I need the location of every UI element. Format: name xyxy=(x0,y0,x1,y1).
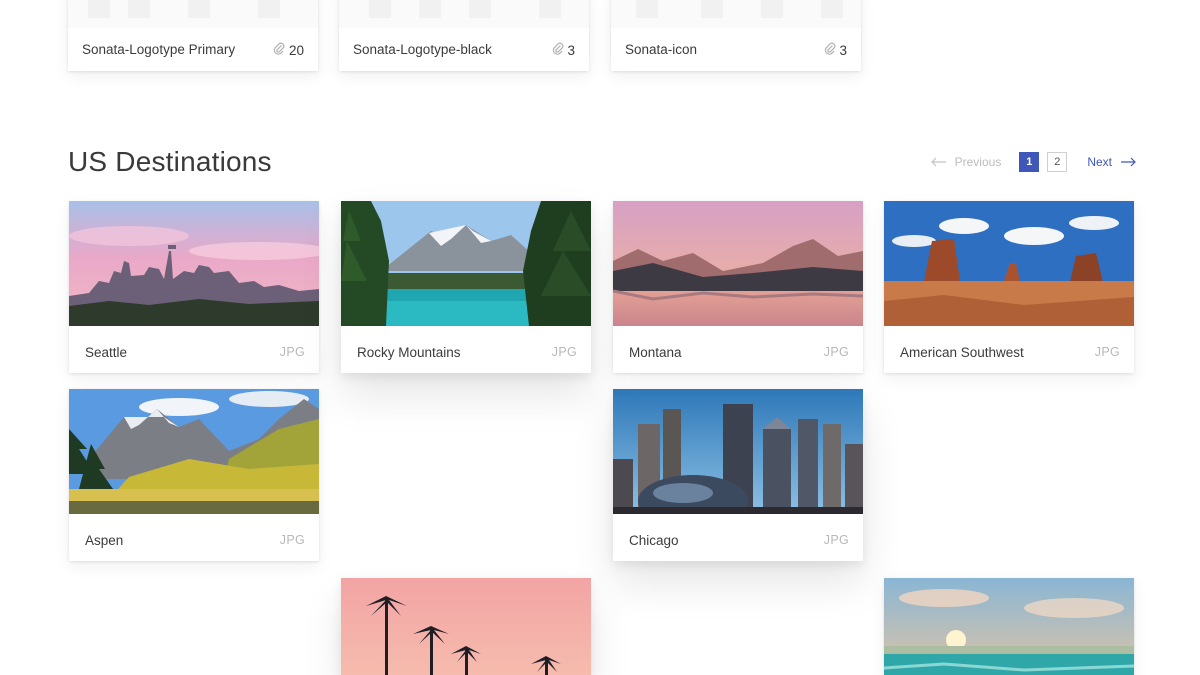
asset-name: Sonata-Logotype Primary xyxy=(82,42,236,57)
asset-thumbnail xyxy=(339,0,589,28)
page-1-button[interactable]: 1 xyxy=(1019,152,1040,172)
file-type-label: JPG xyxy=(551,345,577,359)
attachment-count-value: 20 xyxy=(288,42,304,58)
file-type-label: JPG xyxy=(279,345,305,359)
asset-name: Montana xyxy=(629,344,682,360)
previous-label: Previous xyxy=(954,155,1002,169)
asset-card-montana[interactable]: Montana JPG xyxy=(612,201,864,373)
pagination: Previous 1 2 Next xyxy=(930,152,1136,172)
american-southwest-thumbnail xyxy=(884,201,1134,326)
next-label: Next xyxy=(1087,155,1112,169)
attachment-count: 3 xyxy=(824,42,847,58)
attachment-count: 20 xyxy=(273,42,304,58)
asset-name: Sonata-icon xyxy=(625,42,698,57)
asset-card-palm-trees[interactable] xyxy=(341,578,591,675)
asset-card-rocky-mountains[interactable]: Rocky Mountains JPG xyxy=(341,201,591,373)
rocky-mountains-thumbnail xyxy=(341,201,591,326)
asset-card-aspen[interactable]: Aspen JPG xyxy=(69,389,319,561)
seattle-thumbnail xyxy=(69,201,329,326)
asset-card-chicago[interactable]: Chicago JPG xyxy=(613,389,863,561)
arrow-left-icon xyxy=(930,157,946,167)
asset-card-american-southwest[interactable]: American Southwest JPG xyxy=(884,201,1134,373)
asset-card-beach-sunset[interactable] xyxy=(884,578,1134,675)
asset-name: Chicago xyxy=(629,532,679,548)
paperclip-icon xyxy=(274,42,285,55)
asset-name: American Southwest xyxy=(900,344,1024,360)
asset-name: Sonata-Logotype-black xyxy=(353,42,492,57)
montana-thumbnail xyxy=(612,201,864,326)
file-type-label: JPG xyxy=(823,345,849,359)
aspen-thumbnail xyxy=(69,389,319,514)
asset-thumbnail xyxy=(611,0,861,28)
page-2-button[interactable]: 2 xyxy=(1047,152,1068,172)
palm-trees-thumbnail xyxy=(341,578,591,675)
attachment-count-value: 3 xyxy=(567,42,575,58)
paperclip-icon xyxy=(552,42,564,55)
file-type-label: JPG xyxy=(823,533,849,547)
asset-card-sonata-logotype-primary[interactable]: Sonata-Logotype Primary 20 xyxy=(68,0,318,71)
asset-thumbnail xyxy=(68,0,318,28)
asset-card-sonata-logotype-black[interactable]: Sonata-Logotype-black 3 xyxy=(339,0,589,71)
asset-name: Rocky Mountains xyxy=(357,344,461,360)
section-title: US Destinations xyxy=(68,146,272,177)
attachment-count-value: 3 xyxy=(839,42,847,58)
paperclip-icon xyxy=(824,42,836,55)
asset-name: Aspen xyxy=(85,532,124,548)
asset-card-sonata-icon[interactable]: Sonata-icon 3 xyxy=(611,0,861,71)
file-type-label: JPG xyxy=(279,533,305,547)
next-page-button[interactable]: Next xyxy=(1087,155,1136,169)
chicago-thumbnail xyxy=(613,389,863,527)
file-type-label: JPG xyxy=(1094,345,1120,359)
asset-card-seattle[interactable]: Seattle JPG xyxy=(69,201,329,373)
beach-sunset-thumbnail xyxy=(884,578,1134,675)
arrow-right-icon xyxy=(1121,157,1136,167)
previous-page-button[interactable]: Previous xyxy=(930,155,1002,169)
attachment-count: 3 xyxy=(552,42,575,58)
asset-name: Seattle xyxy=(85,344,128,360)
